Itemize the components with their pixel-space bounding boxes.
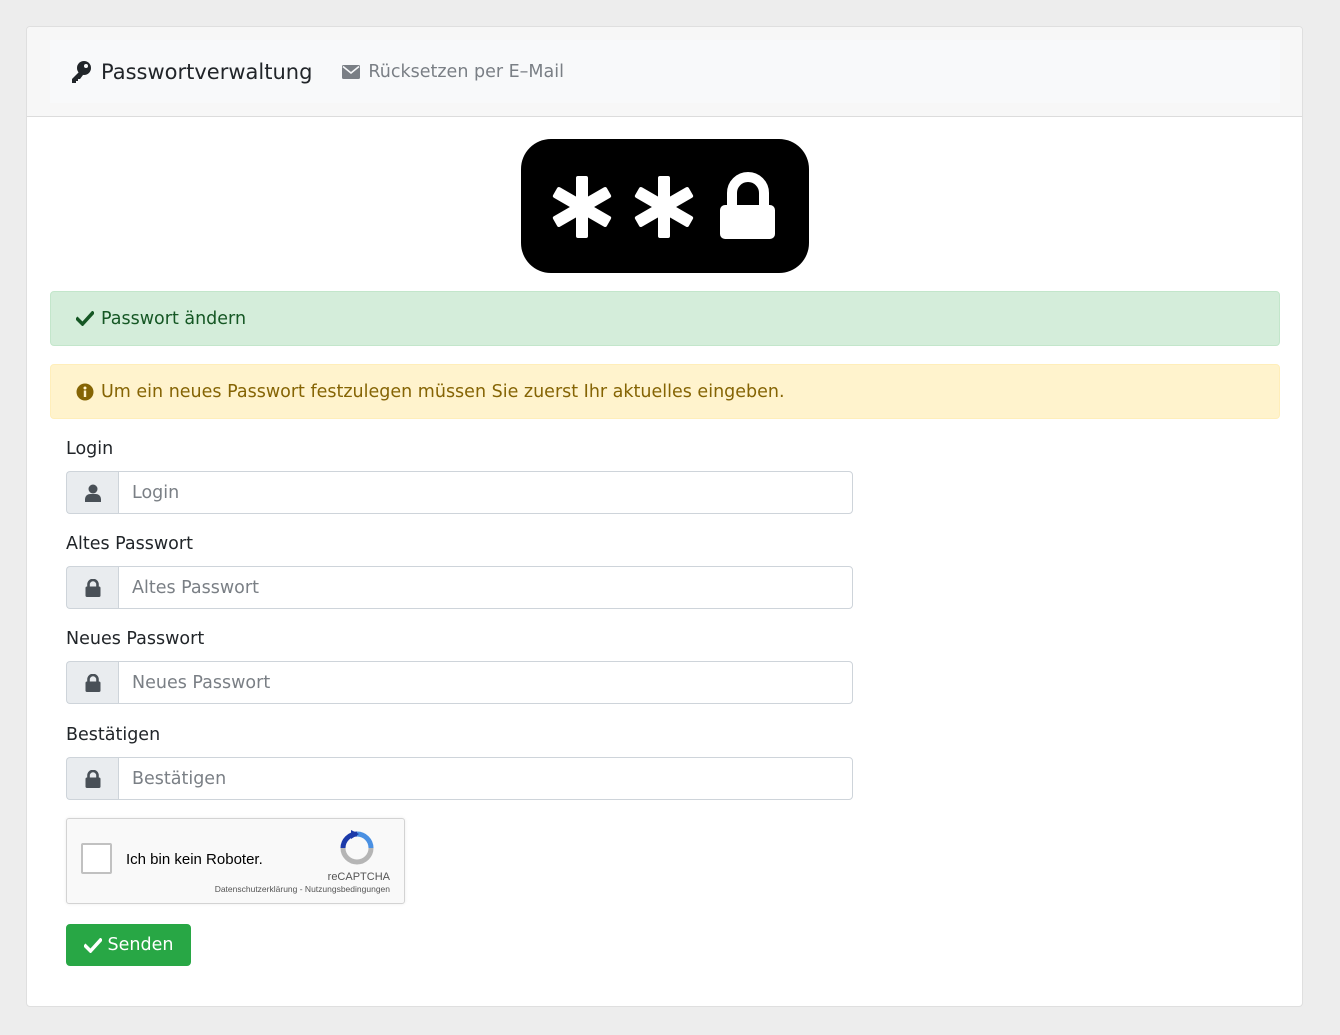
check-icon [83, 937, 102, 953]
confirm-input-group [66, 757, 853, 800]
password-card: Passwortverwaltung Rücksetzen per E–Mail [26, 26, 1303, 1007]
send-button[interactable]: Senden [66, 924, 191, 966]
old-password-prepend [66, 566, 118, 609]
user-icon [84, 484, 101, 502]
new-password-group: Neues Passwort [66, 627, 853, 704]
login-prepend [66, 471, 118, 514]
new-password-input[interactable] [118, 661, 853, 704]
login-group: Login [66, 437, 853, 514]
new-password-input-group [66, 661, 853, 704]
recaptcha-label: Ich bin kein Roboter. [126, 851, 263, 868]
recaptcha-checkbox[interactable] [81, 843, 112, 874]
confirm-group: Bestätigen [66, 723, 853, 800]
brand-link[interactable]: Passwortverwaltung [70, 60, 312, 84]
lock-icon [85, 673, 100, 692]
old-password-label: Altes Passwort [66, 534, 193, 554]
confirm-label: Bestätigen [66, 725, 161, 745]
old-password-group: Altes Passwort [66, 532, 853, 609]
new-password-label: Neues Passwort [66, 629, 205, 649]
recaptcha-widget: Ich bin kein Roboter. reCAPTCHA Datensch… [66, 818, 405, 904]
login-input-group [66, 471, 853, 514]
card-header: Passwortverwaltung Rücksetzen per E–Mail [27, 27, 1302, 117]
login-label: Login [66, 439, 114, 459]
envelope-icon [342, 64, 361, 79]
success-alert: Passwort ändern [50, 291, 1280, 346]
recaptcha-logo-icon [340, 830, 374, 865]
lock-icon [85, 769, 100, 788]
key-icon [72, 60, 91, 83]
check-icon [76, 311, 94, 326]
lock-icon [85, 578, 100, 597]
info-alert-text: Um ein neues Passwort festzulegen müssen… [101, 381, 785, 402]
new-password-prepend [66, 661, 118, 704]
password-logo [521, 139, 809, 273]
confirm-prepend [66, 757, 118, 800]
recaptcha-brand: reCAPTCHA [327, 871, 390, 883]
send-button-label: Senden [107, 935, 174, 955]
brand-label: Passwortverwaltung [101, 59, 313, 84]
reset-email-label: Rücksetzen per E–Mail [368, 61, 564, 82]
old-password-input-group [66, 566, 853, 609]
confirm-input[interactable] [118, 757, 853, 800]
navbar: Passwortverwaltung Rücksetzen per E–Mail [50, 40, 1280, 103]
recaptcha-links[interactable]: Datenschutzerklärung - Nutzungsbedingung… [215, 884, 390, 894]
login-input[interactable] [118, 471, 853, 514]
old-password-input[interactable] [118, 566, 853, 609]
info-circle-icon [76, 383, 94, 400]
info-alert: Um ein neues Passwort festzulegen müssen… [50, 364, 1280, 419]
reset-email-link[interactable]: Rücksetzen per E–Mail [342, 62, 564, 82]
success-alert-text: Passwort ändern [101, 308, 247, 329]
